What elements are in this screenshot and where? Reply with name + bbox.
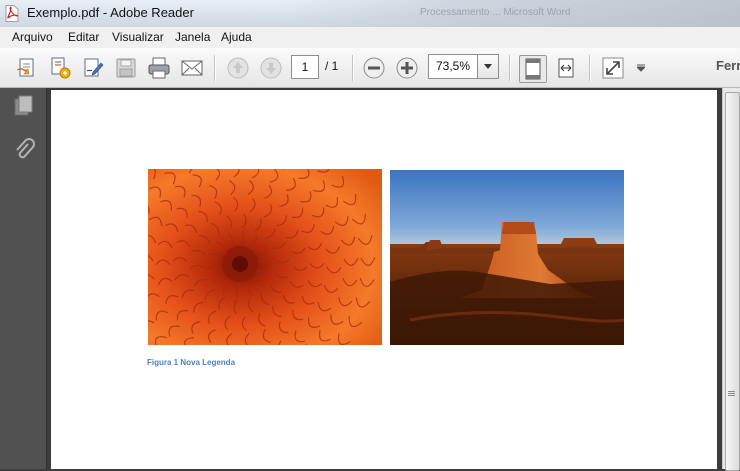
- scrollbar-thumb[interactable]: [725, 92, 740, 471]
- zoom-dropdown-button[interactable]: [477, 54, 499, 79]
- page-number-input[interactable]: 1: [291, 55, 319, 79]
- attachments-panel-button[interactable]: [12, 138, 36, 167]
- zoom-in-icon: [395, 56, 419, 80]
- figure-caption: Figura 1 Nova Legenda: [147, 358, 235, 367]
- previous-page-button[interactable]: [225, 55, 251, 81]
- title-bar: Exemplo.pdf - Adobe Reader Processamento…: [0, 0, 740, 27]
- menu-visualizar[interactable]: Visualizar: [112, 30, 164, 44]
- scrollbar-grip: [728, 393, 735, 394]
- share-icon: [48, 56, 72, 80]
- previous-page-icon: [227, 57, 249, 79]
- pages-panel-button[interactable]: [12, 94, 36, 123]
- menu-editar[interactable]: Editar: [68, 30, 99, 44]
- next-page-button[interactable]: [258, 55, 284, 81]
- menu-bar: Arquivo Editar Visualizar Janela Ajuda: [0, 27, 740, 49]
- desert-image: [390, 170, 624, 345]
- share-button[interactable]: [47, 55, 73, 81]
- toolbar-separator: [509, 55, 511, 81]
- attachments-icon: [12, 138, 36, 162]
- email-icon: [180, 56, 204, 80]
- fit-page-button[interactable]: [519, 55, 547, 83]
- page-total: / 1: [325, 59, 338, 73]
- tools-pane-label[interactable]: Ferr: [716, 58, 740, 73]
- scrollbar-grip: [728, 391, 735, 392]
- sign-icon: [81, 56, 105, 80]
- flower-image: [148, 169, 382, 345]
- zoom-in-button[interactable]: [394, 55, 420, 81]
- save-icon: [115, 57, 137, 79]
- toolbar-options-button[interactable]: [633, 55, 649, 81]
- fit-width-icon: [555, 57, 577, 79]
- print-button[interactable]: [146, 55, 172, 81]
- scrollbar-grip: [728, 395, 735, 396]
- fullscreen-button[interactable]: [600, 55, 626, 81]
- save-button[interactable]: [113, 55, 139, 81]
- fit-page-icon: [523, 58, 543, 80]
- create-pdf-button[interactable]: [14, 55, 40, 81]
- fit-width-button[interactable]: [553, 55, 579, 81]
- background-window-title: Processamento ... Microsoft Word: [420, 7, 570, 18]
- email-button[interactable]: [179, 55, 205, 81]
- menu-arquivo[interactable]: Arquivo: [12, 30, 53, 44]
- toolbar-separator: [214, 55, 216, 81]
- sign-button[interactable]: [80, 55, 106, 81]
- toolbar-separator: [589, 55, 591, 81]
- menu-ajuda[interactable]: Ajuda: [221, 30, 252, 44]
- zoom-out-button[interactable]: [361, 55, 387, 81]
- next-page-icon: [260, 57, 282, 79]
- menu-janela[interactable]: Janela: [175, 30, 210, 44]
- fullscreen-icon: [602, 57, 624, 79]
- pdf-file-icon: [5, 5, 19, 22]
- zoom-input[interactable]: 73,5%: [428, 54, 477, 79]
- zoom-out-icon: [362, 56, 386, 80]
- chevron-down-icon: [484, 64, 492, 69]
- create-pdf-icon: [15, 56, 39, 80]
- toolbar-options-icon: [637, 64, 645, 72]
- print-icon: [147, 56, 171, 80]
- window-title: Exemplo.pdf - Adobe Reader: [27, 5, 194, 20]
- toolbar-separator: [352, 55, 354, 81]
- pages-icon: [12, 94, 36, 118]
